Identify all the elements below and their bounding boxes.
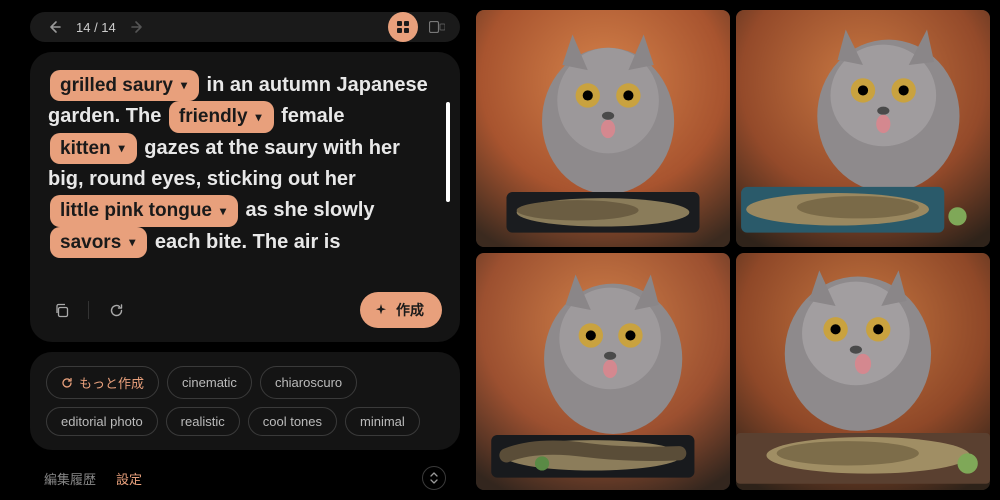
copy-icon [54, 303, 69, 318]
arrow-right-icon [129, 19, 145, 35]
chip-label: editorial photo [61, 414, 143, 429]
scrollbar[interactable] [446, 102, 450, 202]
prompt-pill-friendly[interactable]: friendly▾ [169, 101, 274, 132]
pill-label: kitten [60, 134, 111, 163]
prompt-pill-tongue[interactable]: little pink tongue▾ [50, 195, 238, 226]
rotate-icon [109, 303, 124, 318]
grid-view-button[interactable] [388, 12, 418, 42]
grid-icon [396, 20, 410, 34]
generated-image-4[interactable] [736, 253, 990, 490]
chip-chiaroscuro[interactable]: chiaroscuro [260, 366, 357, 399]
pill-label: little pink tongue [60, 196, 212, 225]
pill-label: grilled saury [60, 71, 173, 100]
chip-label: chiaroscuro [275, 375, 342, 390]
chevron-down-icon: ▾ [216, 202, 230, 221]
chip-cinematic[interactable]: cinematic [167, 366, 252, 399]
chip-realistic[interactable]: realistic [166, 407, 240, 436]
page-counter: 14 / 14 [76, 20, 116, 35]
pill-label: friendly [179, 102, 248, 131]
chip-more[interactable]: もっと作成 [46, 366, 159, 399]
chip-label: cool tones [263, 414, 322, 429]
tab-history[interactable]: 編集履歴 [44, 469, 96, 488]
prompt-pill-kitten[interactable]: kitten▾ [50, 133, 137, 164]
chip-editorial[interactable]: editorial photo [46, 407, 158, 436]
image-grid [470, 0, 1000, 500]
arrow-left-icon [47, 19, 63, 35]
prompt-pill-savors[interactable]: savors▾ [50, 227, 147, 258]
prompt-pill-grilled-saury[interactable]: grilled saury▾ [50, 70, 199, 101]
chevron-down-icon: ▾ [125, 233, 139, 252]
prompt-card: grilled saury▾ in an autumn Japanese gar… [30, 52, 460, 342]
regenerate-button[interactable] [103, 297, 129, 323]
create-label: 作成 [396, 300, 424, 320]
generated-image-2[interactable] [736, 10, 990, 247]
suggestions-card: もっと作成 cinematic chiaroscuro editorial ph… [30, 352, 460, 450]
prev-button[interactable] [44, 16, 66, 38]
left-panel: 14 / 14 grilled saury▾ [0, 0, 470, 500]
compare-view-button[interactable] [422, 12, 452, 42]
chip-label: realistic [181, 414, 225, 429]
chip-cooltones[interactable]: cool tones [248, 407, 337, 436]
collapse-button[interactable] [422, 466, 446, 490]
bottom-tabs: 編集履歴 設定 [30, 460, 460, 490]
divider [88, 301, 89, 319]
prompt-fragment: female [276, 105, 345, 127]
compare-icon [429, 21, 445, 33]
view-toggle [388, 12, 452, 42]
sparkle-icon [374, 303, 388, 317]
chevron-down-icon: ▾ [115, 139, 129, 158]
prompt-fragment: each bite. The air is [149, 231, 340, 253]
pill-label: savors [60, 228, 121, 257]
tab-settings[interactable]: 設定 [116, 469, 142, 488]
chip-label: minimal [360, 414, 405, 429]
copy-button[interactable] [48, 297, 74, 323]
chevron-down-icon: ▾ [177, 76, 191, 95]
chevron-updown-icon [429, 471, 439, 485]
chip-label: cinematic [182, 375, 237, 390]
prompt-text[interactable]: grilled saury▾ in an autumn Japanese gar… [48, 70, 442, 258]
generated-image-1[interactable] [476, 10, 730, 247]
refresh-icon [61, 377, 73, 389]
topbar: 14 / 14 [30, 12, 460, 42]
prompt-actions: 作成 [48, 292, 442, 328]
chip-label: もっと作成 [79, 373, 144, 392]
chip-minimal[interactable]: minimal [345, 407, 420, 436]
prompt-fragment: as she slowly [240, 199, 375, 221]
create-button[interactable]: 作成 [360, 292, 442, 328]
next-button [126, 16, 148, 38]
chevron-down-icon: ▾ [252, 108, 266, 127]
generated-image-3[interactable] [476, 253, 730, 490]
